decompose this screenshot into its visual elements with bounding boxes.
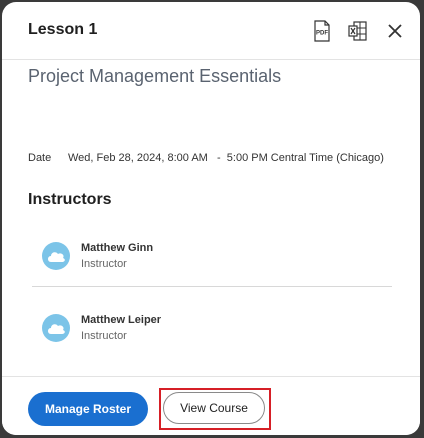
instructor-role: Instructor [81,258,127,270]
lesson-dialog: Lesson 1 PDF Project Management Essentia… [2,2,420,435]
excel-export-icon[interactable] [345,18,371,44]
pdf-icon[interactable]: PDF [309,18,335,44]
avatar [42,242,70,270]
instructor-name: Matthew Leiper [81,314,162,326]
instructor-item: Matthew Leiper Instructor [42,314,392,354]
avatar [42,314,70,342]
cloud-icon [48,324,65,334]
divider [32,286,392,287]
svg-text:PDF: PDF [316,31,328,37]
instructor-item: Matthew Ginn Instructor [42,242,392,282]
date-value: Wed, Feb 28, 2024, 8:00 AM - 5:00 PM Cen… [68,152,384,164]
lesson-title: Lesson 1 [28,21,98,38]
dialog-header: Lesson 1 PDF [2,2,420,60]
cloud-icon [48,252,65,262]
date-label: Date [28,152,52,164]
view-course-button[interactable]: View Course [163,392,265,424]
instructors-heading: Instructors [28,191,112,208]
dialog-footer: Manage Roster View Course [2,376,420,435]
manage-roster-button[interactable]: Manage Roster [28,392,148,426]
instructor-name: Matthew Ginn [81,242,154,254]
instructor-role: Instructor [81,330,127,342]
course-title: Project Management Essentials [28,66,282,86]
close-icon[interactable] [382,18,408,44]
